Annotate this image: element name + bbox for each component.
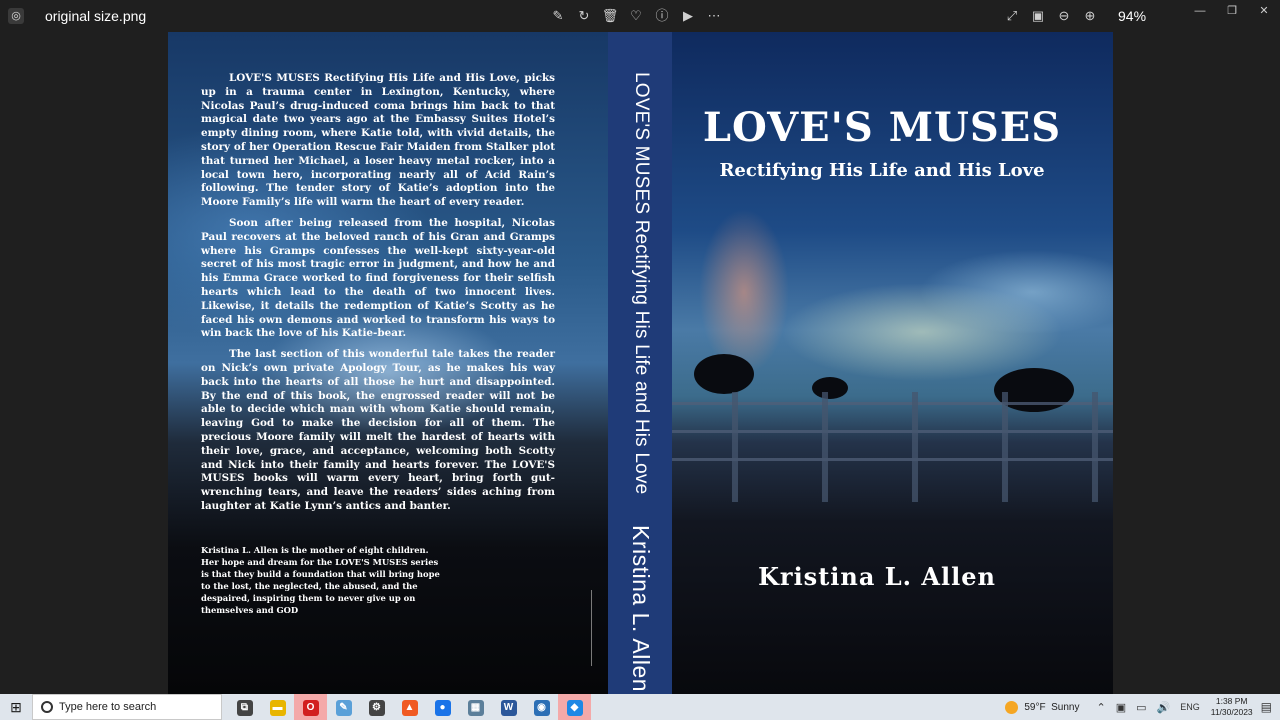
clock-date: 11/30/2023: [1210, 707, 1253, 717]
fence-post: [1092, 392, 1098, 502]
taskbar-apps: ⧉ ▬ O ✎ ⚙ ▲ ● ▦ W ◉ ◆: [228, 694, 591, 720]
chrome-icon[interactable]: ●: [426, 694, 459, 720]
delete-icon[interactable]: 🗑: [600, 6, 620, 26]
zoom-out-icon[interactable]: ⊖: [1054, 6, 1074, 26]
weather-temp: 59°F: [1024, 701, 1046, 713]
fullscreen-icon[interactable]: ⤢: [1002, 6, 1022, 26]
spine-author: Kristina L. Allen: [628, 524, 654, 692]
clock[interactable]: 1:38 PM 11/30/2023: [1211, 696, 1253, 718]
clock-time: 1:38 PM: [1215, 696, 1248, 706]
notifications-icon[interactable]: ▤: [1261, 700, 1272, 714]
front-cover: LOVE'S MUSES Rectifying His Life and His…: [672, 32, 1113, 694]
app-tray-icon[interactable]: ▣: [1116, 701, 1126, 714]
back-cover: LOVE'S MUSES Rectifying His Life and His…: [168, 32, 608, 694]
system-tray: 59°F Sunny ⌃ ▣ ▭ 🔊 ENG 1:38 PM 11/30/202…: [1005, 694, 1280, 720]
weather-desc: Sunny: [1051, 701, 1080, 713]
title-bar: ◎ original size.png ✎ ↻ 🗑 ♡ ⓘ ▶ ⋯ ⤢ ▣ ⊖ …: [0, 0, 1280, 32]
fence-post: [732, 392, 738, 502]
network-icon[interactable]: ▭: [1136, 701, 1146, 714]
blurb-paragraph-3: The last section of this wonderful tale …: [201, 348, 555, 512]
close-button[interactable]: ✕: [1248, 0, 1280, 22]
window-controls: — ❐ ✕: [1184, 0, 1280, 22]
zoom-in-icon[interactable]: ⊕: [1080, 6, 1100, 26]
search-placeholder: Type here to search: [59, 701, 157, 713]
windows-start-icon[interactable]: ⊞: [0, 694, 32, 720]
edit-icon[interactable]: ✎: [548, 6, 568, 26]
maximize-button[interactable]: ❐: [1216, 0, 1248, 22]
taskbar-search[interactable]: Type here to search: [32, 694, 222, 720]
opera-icon[interactable]: O: [294, 694, 327, 720]
word-icon[interactable]: W: [492, 694, 525, 720]
book-cover-image: LOVE'S MUSES Rectifying His Life and His…: [168, 32, 1113, 694]
front-author: Kristina L. Allen: [758, 562, 996, 591]
brave-icon[interactable]: ▲: [393, 694, 426, 720]
slideshow-icon[interactable]: ▶: [678, 6, 698, 26]
fence-post: [1002, 392, 1008, 502]
fence-post: [912, 392, 918, 502]
fence-silhouette: [672, 392, 1113, 502]
camera-icon[interactable]: ◉: [525, 694, 558, 720]
task-view-icon[interactable]: ⧉: [228, 694, 261, 720]
zoom-level[interactable]: 94%: [1118, 8, 1146, 24]
fence-rail: [672, 402, 1113, 405]
book-spine: LOVE'S MUSES Rectifying His Life and His…: [608, 32, 672, 694]
view-tools: ⤢ ▣ ⊖ ⊕ 94%: [1002, 6, 1146, 26]
photos-app-icon[interactable]: ◆: [558, 694, 591, 720]
chevron-up-icon[interactable]: ⌃: [1096, 701, 1105, 714]
file-name: original size.png: [45, 8, 147, 24]
spine-title: LOVE'S MUSES Rectifying His Life and His…: [631, 72, 652, 495]
file-explorer-icon[interactable]: ▬: [261, 694, 294, 720]
blurb-paragraph-1: LOVE'S MUSES Rectifying His Life and His…: [201, 72, 555, 209]
sun-icon: [1005, 700, 1019, 714]
more-icon[interactable]: ⋯: [704, 6, 724, 26]
front-title: LOVE'S MUSES: [702, 104, 1062, 151]
photos-app-icon[interactable]: ◎: [8, 8, 24, 24]
notepad-icon[interactable]: ✎: [327, 694, 360, 720]
language-indicator[interactable]: ENG: [1180, 702, 1200, 712]
front-subtitle: Rectifying His Life and His Love: [719, 160, 1045, 181]
volume-icon[interactable]: 🔊: [1157, 701, 1171, 714]
blurb-paragraph-2: Soon after being released from the hospi…: [201, 216, 555, 340]
taskbar: ⊞ Type here to search ⧉ ▬ O ✎ ⚙ ▲ ● ▦ W …: [0, 694, 1280, 720]
author-bio: Kristina L. Allen is the mother of eight…: [201, 545, 440, 615]
divider-line: [591, 590, 592, 666]
photos-icon[interactable]: ▦: [459, 694, 492, 720]
rotate-icon[interactable]: ↻: [574, 6, 594, 26]
info-icon[interactable]: ⓘ: [652, 6, 672, 26]
fence-rail: [672, 458, 1113, 461]
minimize-button[interactable]: —: [1184, 0, 1216, 22]
back-cover-blurb: LOVE'S MUSES Rectifying His Life and His…: [201, 72, 555, 521]
actual-size-icon[interactable]: ▣: [1028, 6, 1048, 26]
fence-post: [822, 392, 828, 502]
favorite-icon[interactable]: ♡: [626, 6, 646, 26]
tree-silhouette: [694, 354, 754, 394]
spine-text: LOVE'S MUSES Rectifying His Life and His…: [628, 72, 654, 692]
search-icon: [41, 701, 53, 713]
weather-widget[interactable]: 59°F Sunny: [1005, 700, 1080, 714]
settings-icon[interactable]: ⚙: [360, 694, 393, 720]
fence-rail: [672, 430, 1113, 433]
image-toolbar: ✎ ↻ 🗑 ♡ ⓘ ▶ ⋯: [548, 6, 724, 26]
